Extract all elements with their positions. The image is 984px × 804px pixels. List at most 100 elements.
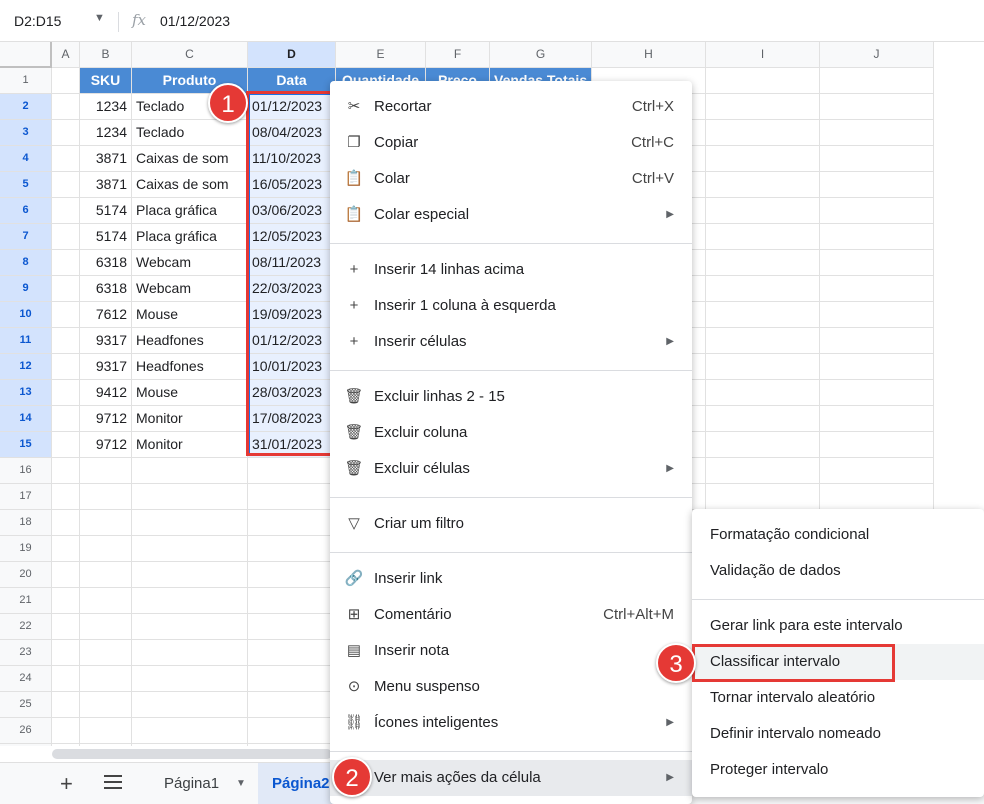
- cell-sku[interactable]: 3871: [80, 172, 132, 198]
- menu-item-inserir-nota[interactable]: ▤ Inserir nota: [330, 633, 692, 669]
- row-header-3[interactable]: 3: [0, 120, 52, 146]
- cell[interactable]: [80, 614, 132, 640]
- row-header-5[interactable]: 5: [0, 172, 52, 198]
- cell-sku[interactable]: 9317: [80, 328, 132, 354]
- submenu-item-gerar-link[interactable]: Gerar link para este intervalo: [692, 608, 984, 644]
- cell-sku[interactable]: 1234: [80, 120, 132, 146]
- cell[interactable]: [52, 484, 80, 510]
- cell[interactable]: [52, 614, 80, 640]
- cell[interactable]: [248, 536, 336, 562]
- cell[interactable]: [80, 562, 132, 588]
- row-header-13[interactable]: 13: [0, 380, 52, 406]
- cell-produto[interactable]: Caixas de som: [132, 146, 248, 172]
- cell[interactable]: [52, 718, 80, 744]
- menu-item-copiar[interactable]: ❐ Copiar Ctrl+C: [330, 125, 692, 161]
- add-sheet-button[interactable]: +: [60, 771, 73, 797]
- column-header-a[interactable]: A: [52, 42, 80, 68]
- row-header-23[interactable]: 23: [0, 640, 52, 666]
- row-header-4[interactable]: 4: [0, 146, 52, 172]
- menu-item-criar-filtro[interactable]: ▽ Criar um filtro: [330, 506, 692, 542]
- column-header-j[interactable]: J: [820, 42, 934, 68]
- cell-produto[interactable]: Monitor: [132, 432, 248, 458]
- cell[interactable]: [52, 250, 80, 276]
- cell-sku[interactable]: 5174: [80, 198, 132, 224]
- cell-sku[interactable]: 9712: [80, 432, 132, 458]
- submenu-item-intervalo-aleatorio[interactable]: Tornar intervalo aleatório: [692, 680, 984, 716]
- submenu-item-intervalo-nomeado[interactable]: Definir intervalo nomeado: [692, 716, 984, 752]
- cell[interactable]: [52, 172, 80, 198]
- cell[interactable]: [706, 276, 820, 302]
- menu-item-icones-inteligentes[interactable]: ⛓ Ícones inteligentes ▶: [330, 705, 692, 741]
- row-header-9[interactable]: 9: [0, 276, 52, 302]
- row-header-20[interactable]: 20: [0, 562, 52, 588]
- cell-produto[interactable]: Mouse: [132, 380, 248, 406]
- row-header-2[interactable]: 2: [0, 94, 52, 120]
- submenu-item-validacao-dados[interactable]: Validação de dados: [692, 553, 984, 589]
- row-header-24[interactable]: 24: [0, 666, 52, 692]
- cell[interactable]: [820, 198, 934, 224]
- cell[interactable]: [820, 172, 934, 198]
- cell[interactable]: [80, 458, 132, 484]
- cell[interactable]: [248, 588, 336, 614]
- cell-produto[interactable]: Headfones: [132, 354, 248, 380]
- cell[interactable]: [248, 484, 336, 510]
- cell-data[interactable]: 31/01/2023: [248, 432, 336, 458]
- cell[interactable]: [820, 302, 934, 328]
- cell[interactable]: [132, 588, 248, 614]
- cell[interactable]: [820, 354, 934, 380]
- cell[interactable]: [132, 692, 248, 718]
- cell[interactable]: [52, 744, 80, 746]
- cell-produto[interactable]: Monitor: [132, 406, 248, 432]
- cell-sku[interactable]: 9412: [80, 380, 132, 406]
- cell-produto[interactable]: Placa gráfica: [132, 198, 248, 224]
- row-header-27[interactable]: 27: [0, 744, 52, 746]
- cell[interactable]: [706, 354, 820, 380]
- submenu-item-classificar-intervalo[interactable]: Classificar intervalo: [692, 644, 984, 680]
- row-header-25[interactable]: 25: [0, 692, 52, 718]
- row-header-18[interactable]: 18: [0, 510, 52, 536]
- menu-item-ver-mais-acoes[interactable]: Ver mais ações da célula ▶: [330, 760, 692, 796]
- cell-data[interactable]: 16/05/2023: [248, 172, 336, 198]
- column-header-g[interactable]: G: [490, 42, 592, 68]
- cell[interactable]: [80, 588, 132, 614]
- tab-dropdown-icon[interactable]: ▼: [236, 778, 246, 789]
- cell[interactable]: [706, 198, 820, 224]
- column-header-i[interactable]: I: [706, 42, 820, 68]
- cell-sku[interactable]: 5174: [80, 224, 132, 250]
- cell[interactable]: [132, 484, 248, 510]
- cell[interactable]: [52, 406, 80, 432]
- select-all-corner[interactable]: [0, 42, 52, 68]
- cell-produto[interactable]: Mouse: [132, 302, 248, 328]
- menu-item-excluir-celulas[interactable]: 🗑 Excluir células ▶: [330, 451, 692, 487]
- cell[interactable]: [706, 224, 820, 250]
- cell[interactable]: [248, 718, 336, 744]
- cell-data[interactable]: 01/12/2023: [248, 94, 336, 120]
- cell[interactable]: [132, 718, 248, 744]
- header-cell-sku[interactable]: SKU: [80, 68, 132, 94]
- cell[interactable]: [80, 718, 132, 744]
- cell[interactable]: [706, 328, 820, 354]
- cell[interactable]: [80, 744, 132, 746]
- row-header-17[interactable]: 17: [0, 484, 52, 510]
- header-cell-data[interactable]: Data: [248, 68, 336, 94]
- menu-item-inserir-coluna[interactable]: + Inserir 1 coluna à esquerda: [330, 288, 692, 324]
- cell[interactable]: [52, 354, 80, 380]
- cell-produto[interactable]: Teclado: [132, 120, 248, 146]
- cell[interactable]: [248, 666, 336, 692]
- column-header-e[interactable]: E: [336, 42, 426, 68]
- formula-input[interactable]: 01/12/2023: [160, 13, 230, 29]
- row-header-15[interactable]: 15: [0, 432, 52, 458]
- cell[interactable]: [820, 146, 934, 172]
- cell[interactable]: [820, 94, 934, 120]
- menu-item-excluir-coluna[interactable]: 🗑 Excluir coluna: [330, 415, 692, 451]
- cell-data[interactable]: 17/08/2023: [248, 406, 336, 432]
- cell-sku[interactable]: 7612: [80, 302, 132, 328]
- cell[interactable]: [706, 432, 820, 458]
- cell[interactable]: [52, 458, 80, 484]
- row-header-14[interactable]: 14: [0, 406, 52, 432]
- cell-data[interactable]: 03/06/2023: [248, 198, 336, 224]
- row-header-6[interactable]: 6: [0, 198, 52, 224]
- row-header-16[interactable]: 16: [0, 458, 52, 484]
- cell[interactable]: [820, 406, 934, 432]
- cell-produto[interactable]: Headfones: [132, 328, 248, 354]
